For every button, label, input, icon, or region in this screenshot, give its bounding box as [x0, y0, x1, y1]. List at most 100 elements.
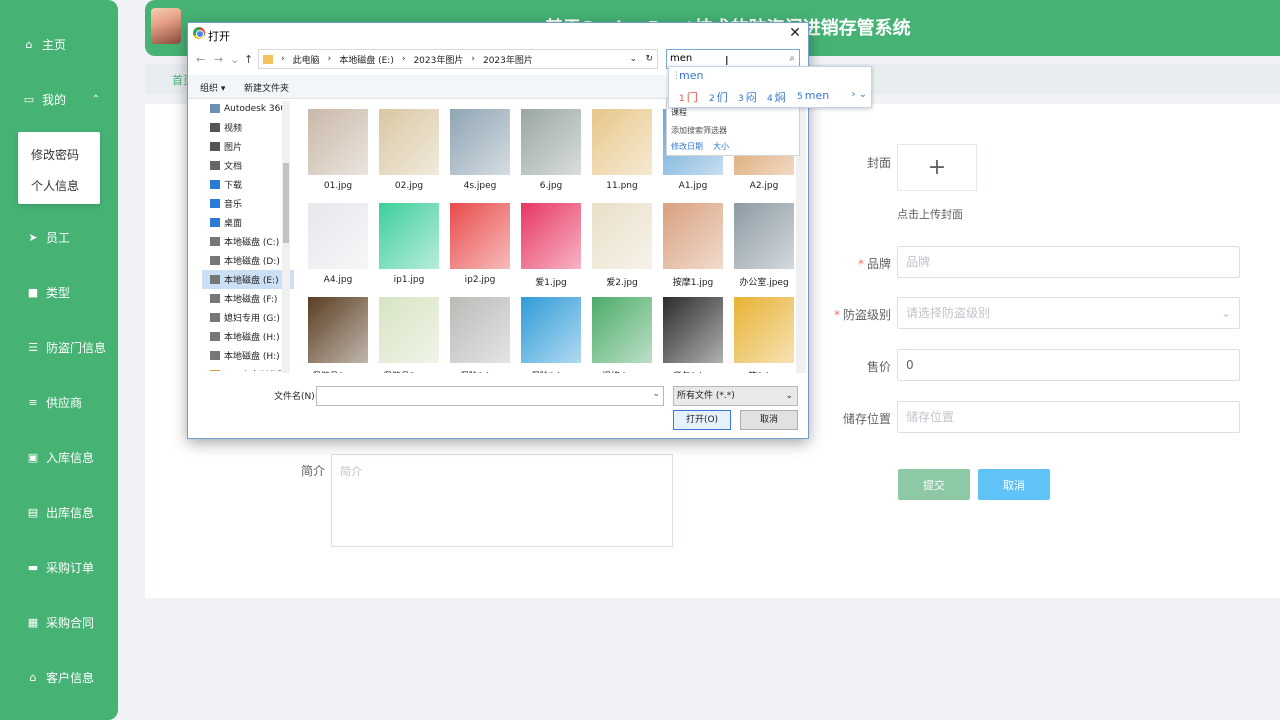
file-tile[interactable]: ip1.jpg — [373, 199, 443, 294]
file-tile[interactable]: 01.jpg — [302, 105, 372, 200]
doc-icon: ▤ — [27, 505, 39, 519]
tree-item[interactable]: 桌面 — [202, 213, 294, 232]
tree-item[interactable]: 图片 — [202, 137, 294, 156]
sidebar-item-type[interactable]: ■ 类型 — [0, 277, 118, 307]
suggestion-item[interactable]: 课程 — [671, 107, 687, 118]
ime-candidate[interactable]: 2们 — [709, 89, 728, 105]
close-icon[interactable]: ✕ — [786, 24, 804, 42]
filter-modified-date[interactable]: 修改日期 — [671, 141, 703, 152]
path-segment[interactable]: 此电脑 — [293, 53, 320, 66]
organize-button[interactable]: 组织 ▾ — [200, 81, 225, 94]
tree-item[interactable]: 音乐 — [202, 194, 294, 213]
ime-candidate[interactable]: 1门 — [679, 89, 698, 105]
file-tile[interactable]: 办公室.jpeg — [728, 199, 798, 294]
storage-input[interactable]: 储存位置 — [897, 401, 1240, 433]
submit-button[interactable]: 提交 — [898, 469, 970, 500]
dropdown-icon[interactable]: ⌄ — [230, 53, 239, 66]
sidebar-item-stock-in[interactable]: ▣ 入库信息 — [0, 442, 118, 472]
ime-candidate[interactable]: 5 men — [797, 89, 829, 102]
tree-item[interactable]: 360安全浏览器 — [202, 365, 294, 371]
back-icon[interactable]: ← — [196, 53, 205, 66]
submenu-profile[interactable]: 个人信息 — [31, 177, 79, 194]
forward-icon[interactable]: → — [214, 53, 223, 66]
tree-item[interactable]: 本地磁盘 (C:) — [202, 232, 294, 251]
tree-item[interactable]: 本地磁盘 (F:) — [202, 289, 294, 308]
tree-scroll-thumb[interactable] — [283, 163, 289, 243]
file-tile[interactable]: 爱1.jpg — [515, 199, 585, 294]
file-tile[interactable]: 背包1.jpg — [657, 293, 727, 373]
ime-candidate[interactable]: 3闷 — [738, 89, 757, 105]
up-icon[interactable]: ↑ — [244, 53, 253, 66]
tree-item[interactable]: 媳妇专用 (G:) — [202, 308, 294, 327]
filter-size[interactable]: 大小 — [713, 141, 729, 152]
tree-item[interactable]: 视频 — [202, 118, 294, 137]
tree-item[interactable]: 下载 — [202, 175, 294, 194]
file-tile[interactable]: 爱2.jpg — [586, 199, 656, 294]
price-input[interactable]: 0 — [897, 349, 1240, 381]
tree-item[interactable]: Autodesk 360 — [202, 99, 294, 118]
tree-item[interactable]: 本地磁盘 (H:) — [202, 346, 294, 365]
upload-hint: 点击上传封面 — [897, 208, 963, 221]
chevron-down-icon[interactable]: ⌄ — [629, 54, 637, 64]
cover-upload-button[interactable]: + — [897, 144, 977, 191]
sidebar-item-purchase-order[interactable]: ▬ 采购订单 — [0, 552, 118, 582]
file-tile[interactable]: 4s.jpeg — [444, 105, 514, 200]
intro-label: 简介 — [300, 464, 325, 478]
sidebar-item-staff[interactable]: ➤ 员工 — [0, 222, 118, 252]
tree-item[interactable]: 本地磁盘 (H:) — [202, 327, 294, 346]
image-thumbnail — [734, 203, 794, 269]
file-tile[interactable]: 11.png — [586, 105, 656, 200]
sidebar-item-home[interactable]: ⌂ 主页 — [0, 29, 118, 59]
open-button[interactable]: 打开(O) — [673, 410, 731, 430]
sidebar-item-purchase-contract[interactable]: ▦ 采购合同 — [0, 607, 118, 637]
sidebar-item-customer[interactable]: ⌂ 客户信息 — [0, 662, 118, 692]
sidebar-item-my[interactable]: ▭ 我的 ⌃ — [0, 84, 118, 114]
filename-input[interactable]: ⌄ — [316, 386, 664, 406]
file-tile[interactable]: 报修.jpeg — [586, 293, 656, 373]
brand-input[interactable]: 品牌 — [897, 246, 1240, 278]
plus-icon: + — [927, 155, 947, 180]
image-thumbnail — [379, 109, 439, 175]
ime-more-icon[interactable]: › ⌄ — [851, 89, 867, 100]
file-tile[interactable]: 保险2.jpg — [515, 293, 585, 373]
file-tile[interactable]: ip2.jpg — [444, 199, 514, 294]
sidebar-item-door-info[interactable]: ☰ 防盗门信息 — [0, 332, 118, 362]
file-tile[interactable]: 笔1.jpg — [728, 293, 798, 373]
dialog-cancel-button[interactable]: 取消 — [740, 410, 798, 430]
drive-icon — [210, 370, 220, 371]
path-segment[interactable]: 2023年图片 — [413, 53, 463, 66]
submenu-change-password[interactable]: 修改密码 — [31, 146, 79, 163]
tree-item[interactable]: 文档 — [202, 156, 294, 175]
level-select[interactable]: 请选择防盗级别 ⌄ — [897, 297, 1240, 329]
file-tile[interactable]: 按摩1.jpg — [657, 199, 727, 294]
address-bar[interactable]: › 此电脑 › 本地磁盘 (E:) › 2023年图片 › 2023年图片 ⌄ … — [258, 49, 658, 69]
image-thumbnail — [521, 203, 581, 269]
image-thumbnail — [308, 109, 368, 175]
file-tile[interactable]: 02.jpg — [373, 105, 443, 200]
file-tile[interactable]: 保健品2.png — [373, 293, 443, 373]
sidebar-item-supplier[interactable]: ≡ 供应商 — [0, 387, 118, 417]
tree-item[interactable]: 本地磁盘 (D:) — [202, 251, 294, 270]
file-name: ip2.jpg — [464, 275, 496, 285]
chevron-down-icon[interactable]: ⌄ — [652, 389, 660, 399]
avatar[interactable] — [151, 8, 181, 44]
list-icon: ≡ — [28, 395, 38, 409]
cancel-button[interactable]: 取消 — [978, 469, 1050, 500]
path-segment[interactable]: 本地磁盘 (E:) — [339, 53, 394, 66]
sidebar-item-stock-out[interactable]: ▤ 出库信息 — [0, 497, 118, 527]
image-thumbnail — [592, 203, 652, 269]
tree-item[interactable]: 本地磁盘 (E:) — [202, 270, 294, 289]
dialog-title: 打开 — [208, 30, 230, 43]
filetype-select[interactable]: 所有文件 (*.*) ⌄ — [673, 386, 798, 406]
drive-icon — [210, 351, 220, 360]
path-segment[interactable]: 2023年图片 — [483, 53, 533, 66]
file-tile[interactable]: 保险1.jpg — [444, 293, 514, 373]
refresh-icon[interactable]: ↻ — [645, 54, 653, 64]
folder-tree[interactable]: Autodesk 360 视频 图片 文档 下载 音乐 桌面 本地磁盘 (C:) 本地磁盘 (D… — [202, 99, 294, 371]
file-tile[interactable]: 保健品1.png — [302, 293, 372, 373]
file-tile[interactable]: A4.jpg — [302, 199, 372, 294]
intro-textarea[interactable]: 简介 — [331, 454, 673, 547]
ime-candidate[interactable]: 4焖 — [767, 89, 786, 105]
new-folder-button[interactable]: 新建文件夹 — [244, 81, 289, 94]
file-tile[interactable]: 6.jpg — [515, 105, 585, 200]
